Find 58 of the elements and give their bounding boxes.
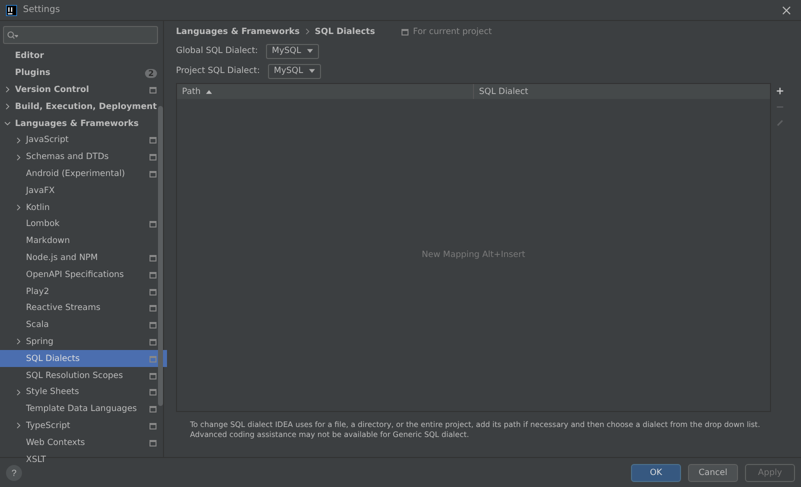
- dialog-button[interactable]: OK: [631, 464, 681, 482]
- settings-tree-item[interactable]: Version Control: [0, 82, 167, 98]
- settings-tree-item[interactable]: Build, Execution, Deployment: [0, 98, 167, 116]
- settings-tree-item[interactable]: Plugins 2: [0, 64, 167, 82]
- close-icon[interactable]: [782, 6, 791, 14]
- dropdown-caret-icon: [307, 49, 314, 53]
- settings-tree-item[interactable]: OpenAPI Specifications: [0, 266, 167, 284]
- chevron-right-icon[interactable]: [15, 422, 22, 430]
- search-icon: [7, 30, 18, 40]
- settings-tree-item[interactable]: JavaFX: [0, 182, 167, 200]
- settings-tree-item[interactable]: Template Data Languages: [0, 400, 167, 418]
- dialog-button[interactable]: Cancel: [688, 464, 738, 482]
- count-badge: 2: [145, 68, 157, 78]
- chevron-right-icon[interactable]: [15, 204, 22, 212]
- scope-note: For current project: [413, 26, 492, 36]
- settings-tree-item[interactable]: Lombok: [0, 216, 167, 233]
- chevron-down-icon[interactable]: [4, 120, 11, 128]
- chevron-right-icon[interactable]: [15, 154, 22, 161]
- settings-tree-item[interactable]: Schemas and DTDs: [0, 148, 167, 166]
- dropdown-caret-icon: [309, 69, 316, 73]
- settings-tree-item[interactable]: JavaScript: [0, 132, 167, 149]
- settings-tree-item[interactable]: Play2: [0, 283, 167, 300]
- chevron-right-icon[interactable]: [15, 136, 22, 144]
- chevron-right-icon[interactable]: [15, 388, 22, 396]
- settings-tree-item[interactable]: Scala: [0, 316, 167, 334]
- project-scope-icon: [401, 28, 410, 36]
- settings-tree-item[interactable]: Android (Experimental): [0, 166, 167, 182]
- settings-tree-item[interactable]: Editor: [0, 48, 167, 65]
- settings-tree-item[interactable]: Kotlin: [0, 199, 167, 216]
- setting-label: Global SQL Dialect:: [176, 45, 258, 57]
- help-button[interactable]: ?: [6, 464, 22, 480]
- window-title: Settings: [23, 5, 60, 15]
- scrollbar[interactable]: [158, 106, 163, 406]
- search-field[interactable]: [3, 26, 158, 44]
- settings-tree-item[interactable]: Web Contexts: [0, 434, 167, 452]
- chevron-right-icon: [304, 28, 311, 35]
- dialect-dropdown[interactable]: MySQL: [268, 64, 322, 78]
- chevron-right-icon[interactable]: [4, 103, 11, 110]
- column-header[interactable]: SQL Dialect: [474, 84, 770, 99]
- chevron-right-icon[interactable]: [4, 86, 11, 94]
- breadcrumb-item: SQL Dialects: [314, 26, 376, 36]
- chevron-right-icon[interactable]: [15, 338, 22, 346]
- settings-tree-item[interactable]: Languages & Frameworks: [0, 115, 167, 132]
- breadcrumb-item: Languages & Frameworks: [176, 26, 300, 36]
- dialect-dropdown[interactable]: MySQL: [266, 44, 320, 58]
- settings-tree-item[interactable]: Node.js and NPM: [0, 250, 167, 266]
- settings-tree-item[interactable]: Style Sheets: [0, 384, 167, 401]
- empty-table-text: New Mapping Alt+Insert: [422, 250, 526, 260]
- settings-tree-item[interactable]: SQL Dialects: [0, 350, 167, 368]
- settings-tree-item[interactable]: SQL Resolution Scopes: [0, 367, 167, 384]
- settings-tree-item[interactable]: TypeScript: [0, 418, 167, 434]
- column-header[interactable]: Path: [177, 84, 474, 99]
- settings-tree-item[interactable]: Spring: [0, 334, 167, 350]
- app-logo-icon: [6, 4, 17, 16]
- setting-label: Project SQL Dialect:: [176, 65, 260, 77]
- settings-tree-item[interactable]: Reactive Streams: [0, 300, 167, 317]
- add-icon[interactable]: [776, 87, 784, 95]
- settings-tree-item[interactable]: Markdown: [0, 232, 167, 250]
